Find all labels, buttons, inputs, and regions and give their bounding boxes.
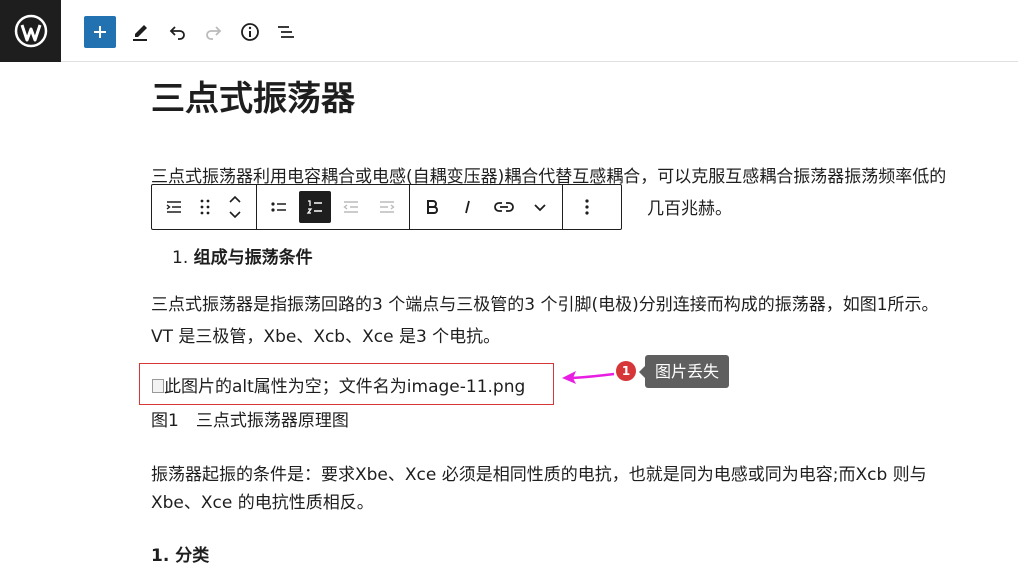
chevron-down-icon xyxy=(534,204,546,212)
unordered-list-button[interactable] xyxy=(261,189,297,225)
info-icon xyxy=(241,23,259,41)
bullet-list-icon xyxy=(271,202,286,212)
list-heading-text: 组成与振荡条件 xyxy=(193,248,313,268)
block-toolbar xyxy=(151,184,622,230)
editor-top-bar xyxy=(0,0,1018,62)
italic-icon xyxy=(465,200,470,214)
redo-icon xyxy=(206,26,222,40)
toolbar-group-parent xyxy=(152,185,257,229)
post-title[interactable]: 三点式振荡器 xyxy=(151,79,355,119)
wordpress-logo-icon[interactable] xyxy=(0,0,61,62)
broken-image-icon xyxy=(152,379,164,393)
broken-image-highlight[interactable]: 此图片的alt属性为空；文件名为image-11.png xyxy=(139,363,554,405)
body-paragraph-line1[interactable]: 三点式振荡器是指振荡回路的3 个端点与三极管的3 个引脚(电极)分别连接而构成的… xyxy=(151,290,939,320)
outdent-list-icon xyxy=(166,201,181,213)
annotation-badge: 1 xyxy=(616,361,636,381)
missing-image-tooltip: 图片丢失 xyxy=(638,355,730,388)
intro-paragraph-line2[interactable]: 几百兆赫。 xyxy=(647,194,732,224)
broken-image[interactable]: 此图片的alt属性为空；文件名为image-11.png xyxy=(152,372,525,397)
ordered-list-button[interactable] xyxy=(299,191,331,223)
move-block-button[interactable] xyxy=(218,189,252,225)
toolbar-group-options xyxy=(563,185,611,229)
pencil-icon xyxy=(133,25,147,41)
body-paragraph-line2[interactable]: VT 是三极管，Xbe、Xcb、Xce 是3 个电抗。 xyxy=(151,322,500,352)
drag-handle-button[interactable] xyxy=(192,189,218,225)
more-options-icon xyxy=(585,199,589,215)
link-button[interactable] xyxy=(486,189,522,225)
list-view-icon xyxy=(278,26,294,38)
link-icon xyxy=(494,202,514,212)
section-heading-classification[interactable]: 1. 分类 xyxy=(151,541,209,571)
select-parent-button[interactable] xyxy=(156,189,192,225)
figure-caption[interactable]: 图1 三点式振荡器原理图 xyxy=(151,406,349,436)
list-view-button[interactable] xyxy=(270,16,302,48)
bold-icon xyxy=(427,200,438,214)
toolbar-group-format xyxy=(410,185,563,229)
condition-paragraph-line2[interactable]: Xbe、Xce 的电抗性质相反。 xyxy=(151,488,374,518)
image-alt-text: 此图片的alt属性为空；文件名为image-11.png xyxy=(164,377,526,397)
undo-button[interactable] xyxy=(162,16,194,48)
undo-icon xyxy=(169,26,185,40)
bold-button[interactable] xyxy=(414,189,450,225)
condition-paragraph-line1[interactable]: 振荡器起振的条件是：要求Xbe、Xce 必须是相同性质的电抗，也就是同为电感或同… xyxy=(151,460,927,490)
plus-icon xyxy=(94,26,106,38)
move-updown-icon xyxy=(229,195,241,219)
toolbar-group-list xyxy=(257,185,410,229)
outdent-button[interactable] xyxy=(333,189,369,225)
add-block-button[interactable] xyxy=(84,16,116,48)
outdent-icon xyxy=(343,201,358,213)
numbered-list-icon xyxy=(306,200,322,214)
tools-button[interactable] xyxy=(124,16,156,48)
indent-button[interactable] xyxy=(369,189,405,225)
redo-button[interactable] xyxy=(197,16,229,48)
list-number: 1. xyxy=(172,248,189,268)
indent-icon xyxy=(380,201,395,213)
block-options-button[interactable] xyxy=(567,189,607,225)
drag-handle-icon xyxy=(200,199,210,215)
italic-button[interactable] xyxy=(450,189,486,225)
more-formats-button[interactable] xyxy=(522,189,558,225)
list-item-heading[interactable]: 1. 组成与振荡条件 xyxy=(172,243,313,273)
annotation-arrow-icon xyxy=(562,371,615,384)
details-button[interactable] xyxy=(234,16,266,48)
